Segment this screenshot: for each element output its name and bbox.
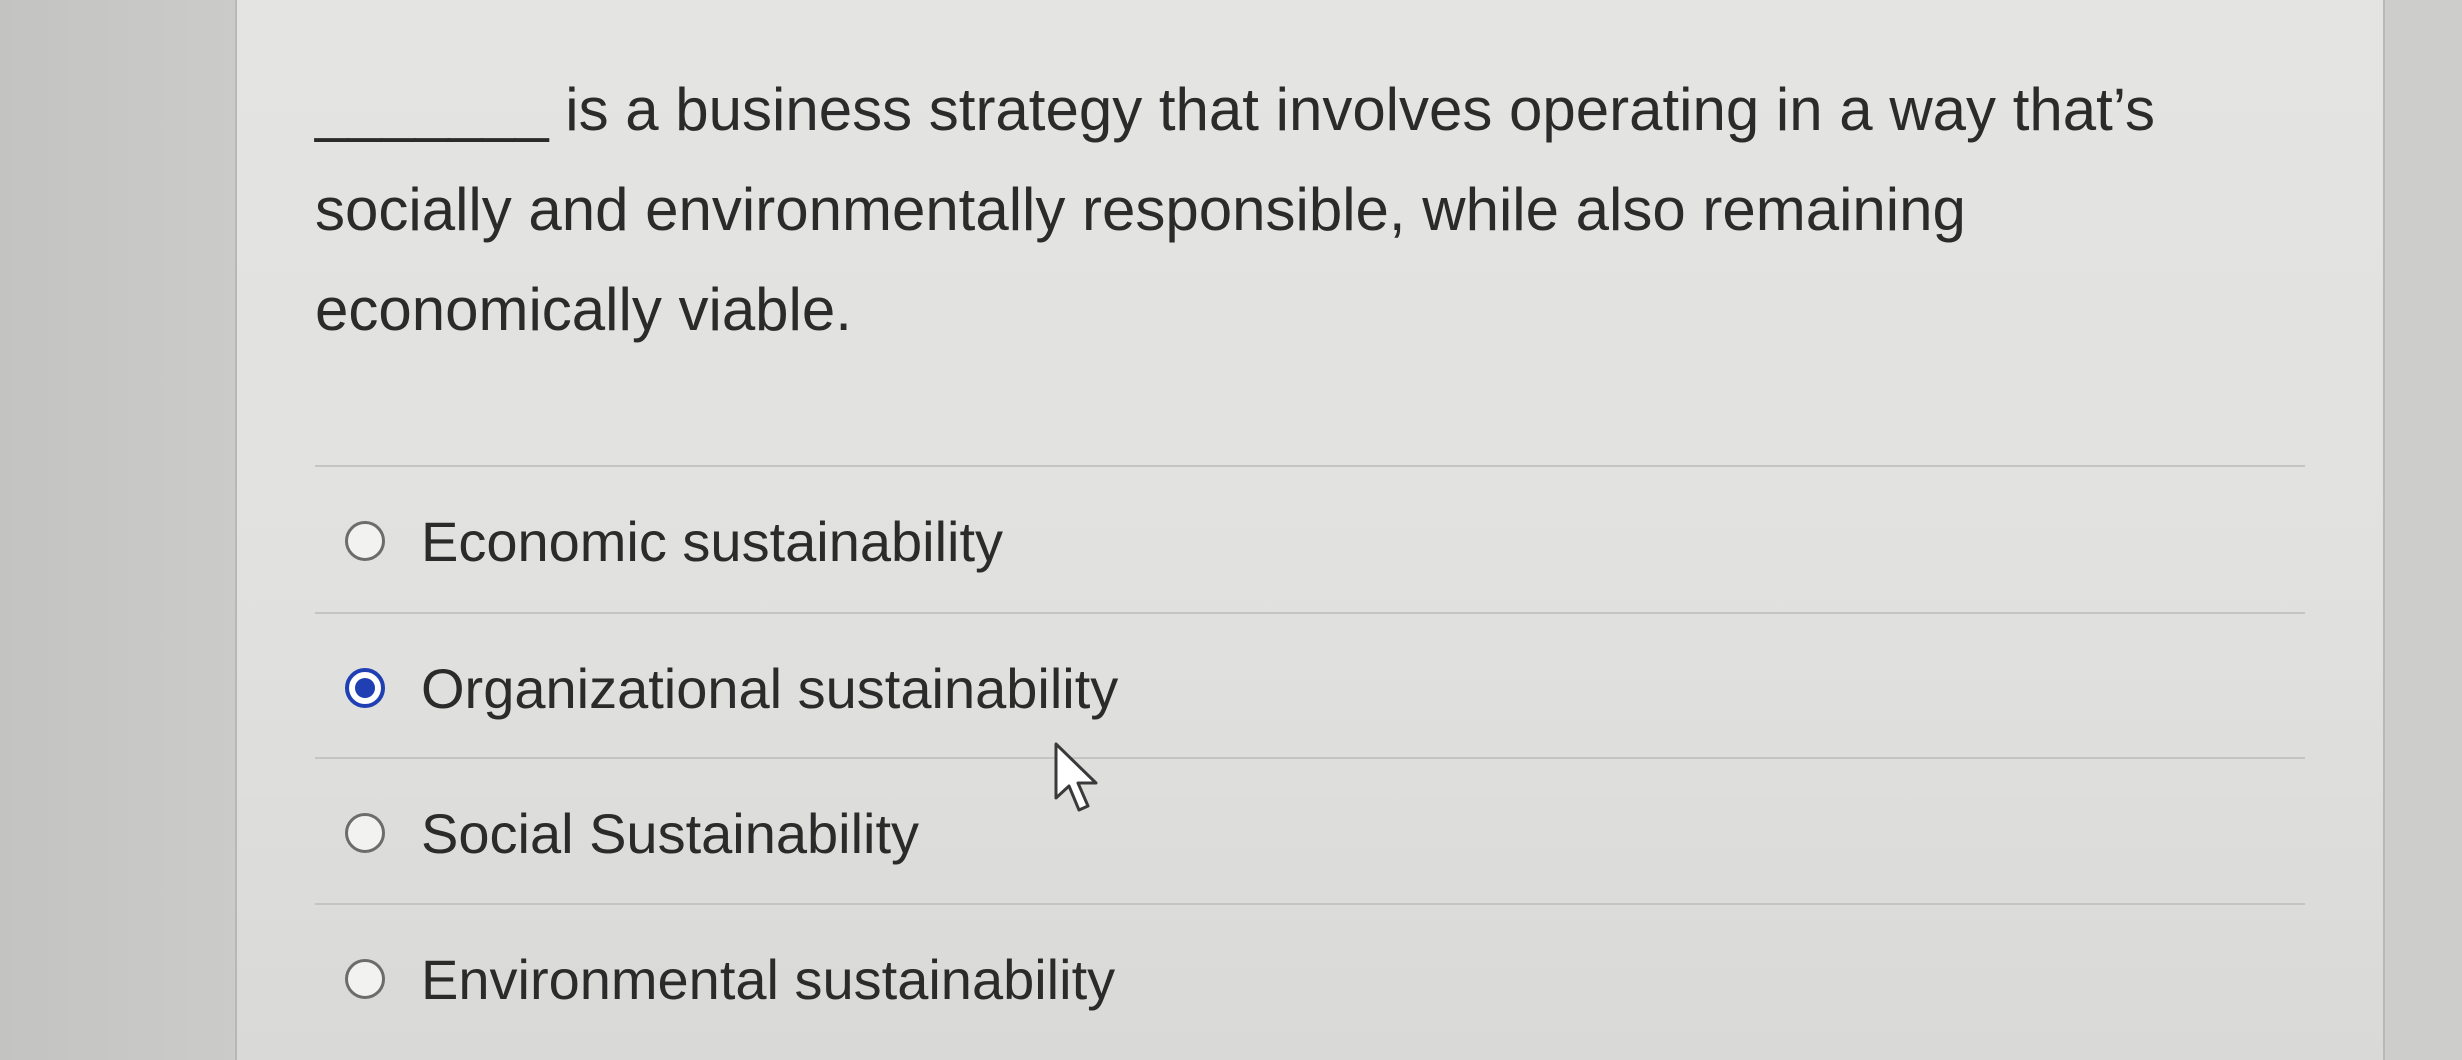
option-organizational-sustainability[interactable]: Organizational sustainability (315, 617, 2305, 759)
divider (315, 757, 2305, 759)
left-margin (0, 0, 235, 1060)
radio-button[interactable] (345, 521, 385, 561)
option-label: Organizational sustainability (421, 656, 1119, 720)
radio-button[interactable] (345, 959, 385, 999)
option-social-sustainability[interactable]: Social Sustainability (315, 762, 2305, 904)
option-environmental-sustainability[interactable]: Environmental sustainability (315, 908, 2305, 1050)
right-margin (2385, 0, 2462, 1060)
option-label: Social Sustainability (421, 801, 920, 865)
divider (315, 612, 2305, 614)
question-text: _______ is a business strategy that invo… (315, 76, 2156, 343)
radio-button-selected[interactable] (345, 668, 385, 708)
radio-button[interactable] (345, 813, 385, 853)
option-economic-sustainability[interactable]: Economic sustainability (315, 470, 2305, 612)
option-label: Environmental sustainability (421, 947, 1116, 1011)
divider (315, 465, 2305, 467)
option-label: Economic sustainability (421, 509, 1004, 573)
mouse-pointer-icon (1054, 742, 1098, 812)
divider (315, 903, 2305, 905)
